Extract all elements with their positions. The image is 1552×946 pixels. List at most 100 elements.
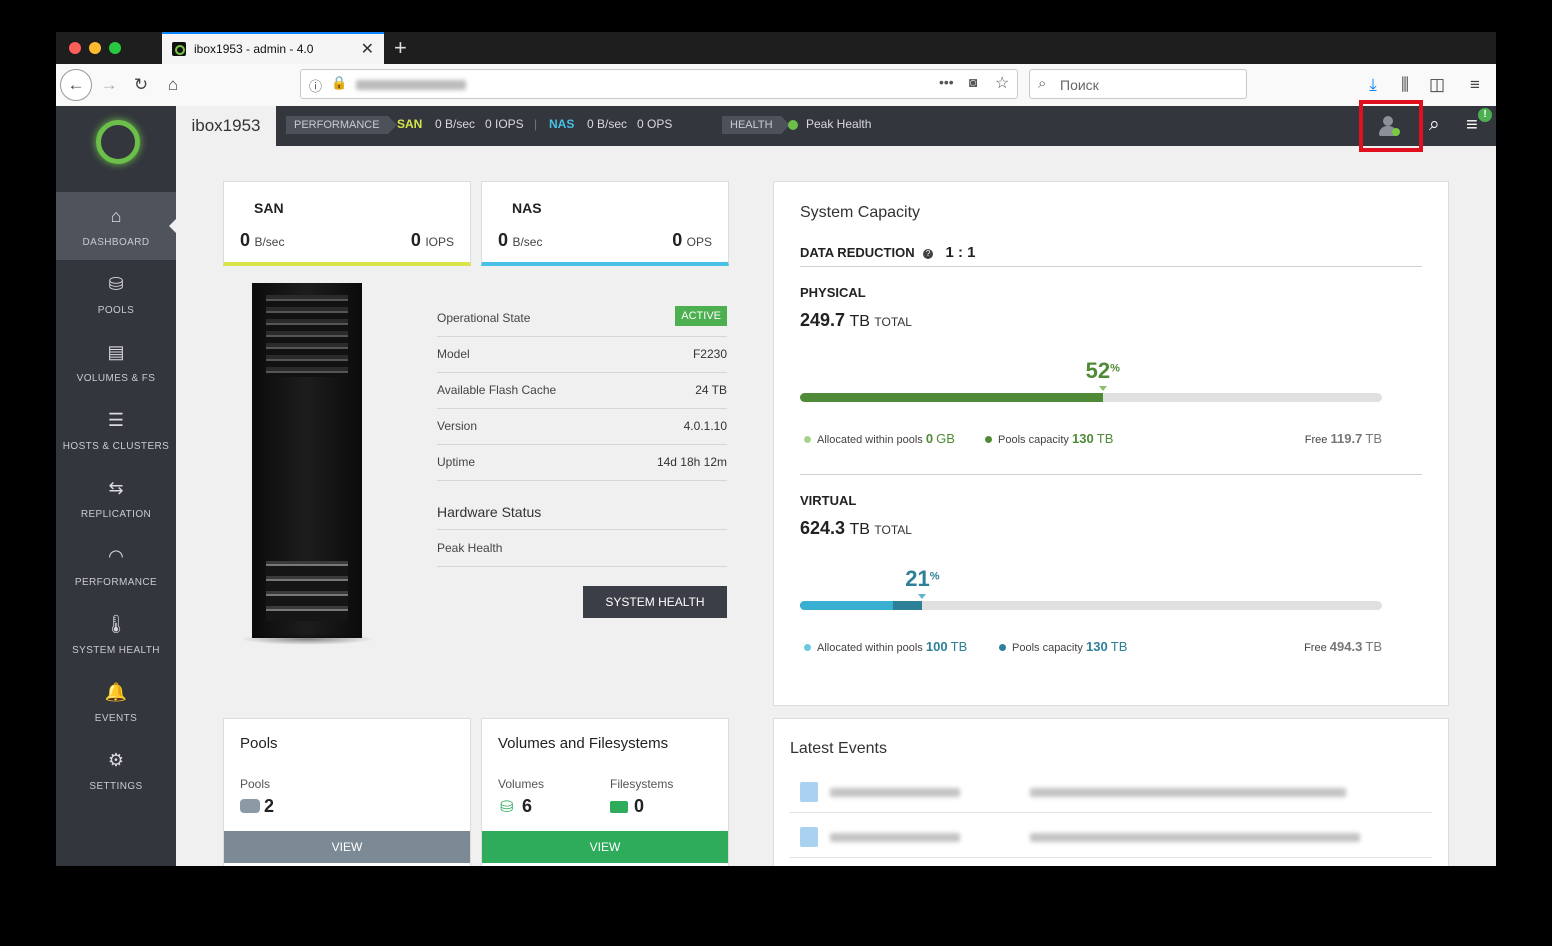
sidebar-item-settings[interactable]: ⚙ SETTINGS — [56, 736, 176, 804]
help-icon[interactable]: ? — [923, 249, 934, 259]
page-actions-icon[interactable]: ••• — [939, 74, 954, 90]
system-info-row: Uptime 14d 18h 12m — [437, 444, 727, 481]
sidebar-item-label: REPLICATION — [80, 509, 152, 520]
pools-card-title: Pools — [240, 735, 278, 752]
reload-icon[interactable]: ↻ — [128, 72, 154, 98]
virtual-total-unit: TB — [849, 521, 870, 538]
nas-throughput-value: 0 — [498, 230, 509, 250]
performance-chip[interactable]: PERFORMANCE — [286, 116, 397, 134]
storage-rack-image — [240, 283, 374, 645]
system-info-key: Uptime — [437, 455, 476, 469]
new-tab-icon[interactable]: + — [394, 35, 407, 61]
downloads-icon[interactable]: ⤓ — [1360, 72, 1386, 98]
top-status-bar: ibox1953 PERFORMANCE SAN 0 B/sec 0 IOPS … — [176, 100, 1496, 152]
search-icon: ⌕ — [1038, 75, 1047, 92]
physical-allocated-label: Allocated within pools — [817, 434, 923, 446]
system-capacity-card: System Capacity DATA REDUCTION ? 1 : 1 P… — [773, 181, 1449, 706]
infinidat-favicon-icon — [172, 42, 186, 56]
data-reduction-row: DATA REDUCTION ? 1 : 1 — [800, 244, 976, 262]
system-info-row: Version 4.0.1.10 — [437, 408, 727, 445]
search-bar[interactable]: ⌕ Поиск — [1029, 69, 1247, 99]
capacity-divider — [800, 266, 1422, 267]
browser-toolbar: ← → ↻ ⌂ ⓘ 🔒 ••• ◙ ☆ ⌕ Поиск ⤓ ⫼ ◫ ≡ — [56, 64, 1496, 107]
minimize-window-button[interactable] — [89, 42, 101, 54]
san-label[interactable]: SAN — [397, 117, 422, 131]
pools-view-button[interactable]: VIEW — [224, 831, 470, 863]
sidebar-item-label: DASHBOARD — [82, 237, 150, 248]
physical-marker — [1098, 386, 1107, 391]
event-message-redacted — [1030, 788, 1346, 797]
sidebar-item-label: VOLUMES & FS — [76, 373, 156, 384]
nas-ops-value: 0 — [672, 230, 683, 250]
hardware-status-title: Hardware Status — [437, 504, 542, 520]
system-info-value: F2230 — [692, 347, 727, 361]
back-arrow-icon[interactable]: ← — [60, 69, 92, 101]
sidebar-item-system-health[interactable]: 🌡 SYSTEM HEALTH — [56, 600, 176, 668]
physical-pools-label: Pools capacity — [998, 434, 1069, 446]
event-info-icon — [800, 827, 818, 847]
infinidat-logo[interactable] — [56, 106, 176, 192]
sidebar-item-hosts-clusters[interactable]: ☰ HOSTS & CLUSTERS — [56, 396, 176, 464]
san-card[interactable]: SAN 0 B/sec 0 IOPS — [223, 181, 471, 266]
virtual-total: 624.3 TB TOTAL — [800, 518, 912, 539]
close-tab-icon[interactable]: ✕ — [361, 39, 374, 59]
san-iops-group: 0 IOPS — [411, 230, 454, 251]
close-window-button[interactable] — [69, 42, 81, 54]
system-info-key: Model — [437, 347, 470, 361]
system-info-row: Available Flash Cache 24 TB — [437, 372, 727, 409]
pocket-icon[interactable]: ◙ — [969, 74, 977, 90]
event-row[interactable] — [790, 774, 1432, 813]
event-row[interactable] — [790, 819, 1432, 858]
sidebar-item-pools[interactable]: ⛁ POOLS — [56, 260, 176, 328]
system-info-key: Operational State — [437, 311, 531, 325]
forward-arrow-icon[interactable]: → — [96, 72, 122, 98]
url-bar[interactable]: ⓘ 🔒 ••• ◙ ☆ — [300, 69, 1018, 99]
virtual-label: VIRTUAL — [800, 493, 857, 508]
database-icon: ⛁ — [500, 799, 514, 816]
health-chip[interactable]: HEALTH — [722, 116, 790, 134]
system-health-button[interactable]: SYSTEM HEALTH — [583, 586, 727, 618]
browser-tab[interactable]: ibox1953 - admin - 4.0 ✕ — [162, 32, 384, 64]
insecure-lock-icon[interactable]: 🔒 — [331, 75, 347, 91]
volumes-card: Volumes and Filesystems Volumes ⛁ 6 File… — [481, 718, 729, 866]
physical-fill — [800, 393, 1103, 402]
event-info-icon — [800, 782, 818, 802]
sidebar-item-volumes-fs[interactable]: ▤ VOLUMES & FS — [56, 328, 176, 396]
physical-label: PHYSICAL — [800, 285, 866, 300]
sidebar-item-replication[interactable]: ⇆ REPLICATION — [56, 464, 176, 532]
health-status[interactable]: Peak Health — [806, 117, 871, 131]
bookmark-star-icon[interactable]: ☆ — [995, 73, 1009, 93]
virtual-free-label: Free — [1304, 642, 1327, 654]
home-icon: ⌂ — [110, 206, 122, 226]
sidebar-toggle-icon[interactable]: ◫ — [1424, 72, 1450, 98]
nas-ops-group: 0 OPS — [672, 230, 712, 251]
notifications-menu-icon[interactable]: ≡ — [1466, 114, 1478, 137]
search-icon[interactable]: ⌕ — [1429, 114, 1440, 136]
filesystems-count: 0 — [634, 796, 645, 816]
sidebar-item-label: HOSTS & CLUSTERS — [62, 441, 170, 452]
physical-free-legend: Free 119.7 TB — [1305, 431, 1382, 446]
sidebar-item-events[interactable]: 🔔 EVENTS — [56, 668, 176, 736]
events-icon: 🔔 — [104, 682, 128, 702]
san-iops: 0 IOPS — [485, 117, 524, 131]
zoom-window-button[interactable] — [109, 42, 121, 54]
sidebar-item-label: EVENTS — [94, 713, 138, 724]
nas-ops-unit: OPS — [686, 235, 712, 249]
site-info-icon[interactable]: ⓘ — [309, 76, 322, 95]
logo-ring-icon — [96, 120, 140, 164]
hamburger-menu-icon[interactable]: ≡ — [1462, 72, 1488, 98]
gauge-icon: ◠ — [108, 546, 124, 566]
nas-label[interactable]: NAS — [549, 117, 574, 131]
virtual-percent: 21% — [905, 566, 939, 592]
system-info-key: Available Flash Cache — [437, 383, 557, 397]
system-name[interactable]: ibox1953 — [176, 106, 276, 146]
notification-badge: ! — [1478, 108, 1492, 122]
nas-card[interactable]: NAS 0 B/sec 0 OPS — [481, 181, 729, 266]
sidebar-item-label: SYSTEM HEALTH — [72, 645, 160, 656]
sidebar-item-performance[interactable]: ◠ PERFORMANCE — [56, 532, 176, 600]
sidebar-item-dashboard[interactable]: ⌂ DASHBOARD — [56, 192, 176, 260]
library-icon[interactable]: ⫼ — [1392, 72, 1418, 98]
physical-free-label: Free — [1304, 434, 1328, 446]
volumes-view-button[interactable]: VIEW — [482, 831, 728, 863]
home-icon[interactable]: ⌂ — [160, 72, 186, 98]
